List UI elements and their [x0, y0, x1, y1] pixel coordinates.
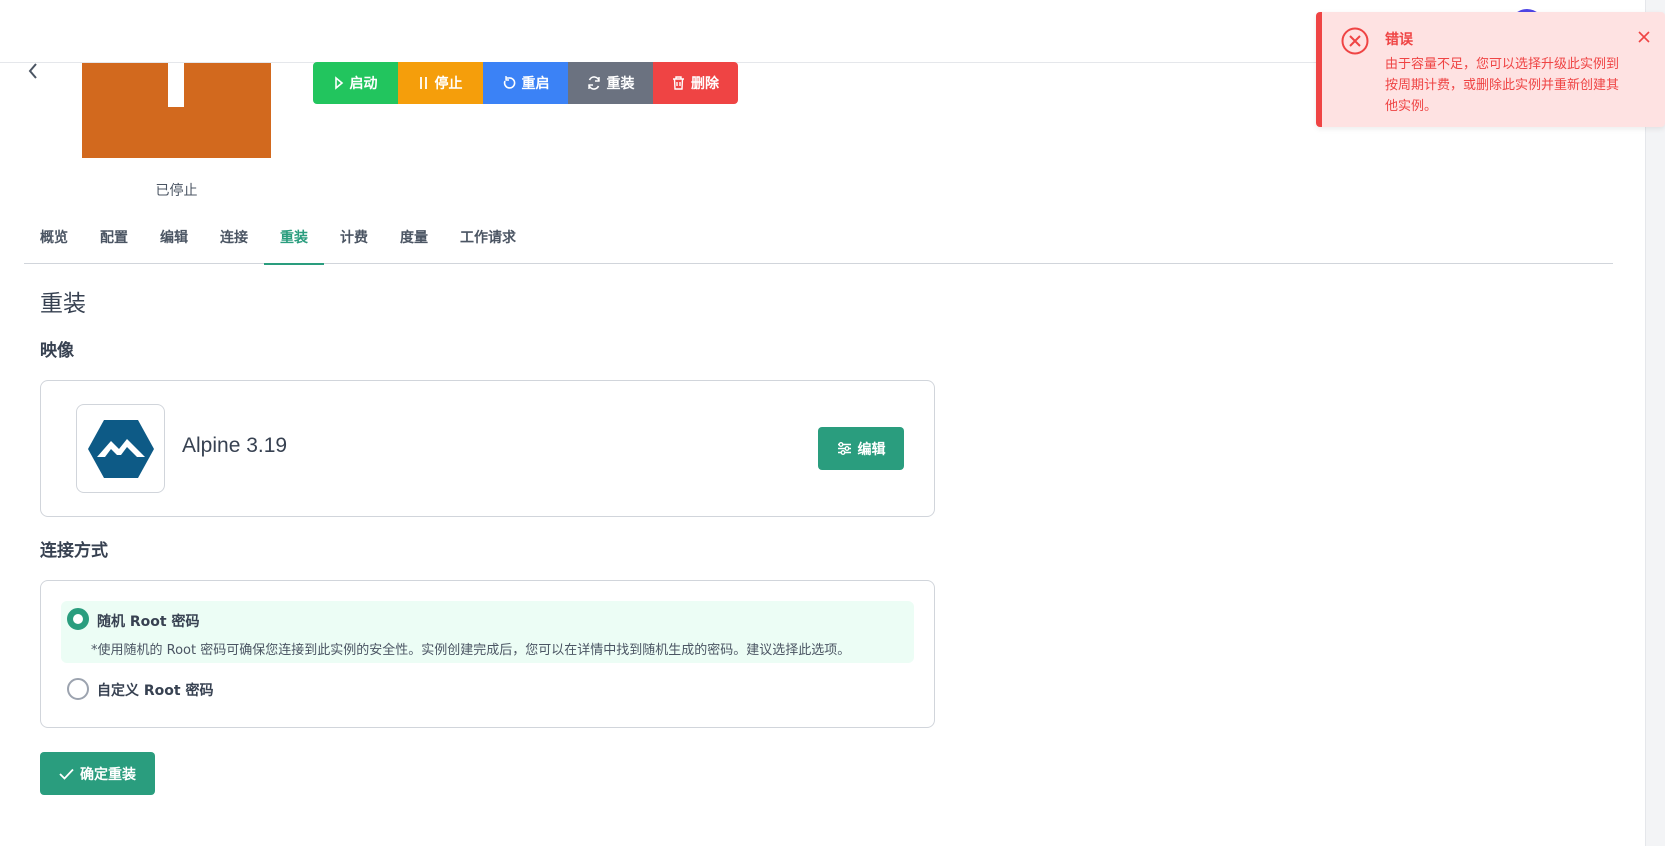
tab-bar: 概览 配置 编辑 连接 重装 计费 度量 工作请求: [24, 220, 1613, 265]
image-card: Alpine 3.19 编辑: [40, 380, 935, 517]
edit-image-button[interactable]: 编辑: [818, 427, 904, 470]
tab-reinstall[interactable]: 重装: [264, 220, 324, 265]
tab-billing[interactable]: 计费: [324, 220, 384, 264]
delete-button[interactable]: 删除: [653, 62, 738, 104]
toast-message: 由于容量不足，您可以选择升级此实例到按周期计费，或删除此实例并重新创建其他实例。: [1385, 57, 1620, 114]
tab-edit[interactable]: 编辑: [144, 220, 204, 264]
confirm-reinstall-label: 确定重装: [80, 766, 136, 783]
connection-card: 随机 Root 密码 *使用随机的 Root 密码可确保您连接到此实例的安全性。…: [40, 580, 935, 728]
error-toast: 错误 由于容量不足，您可以选择升级此实例到按周期计费，或删除此实例并重新创建其他…: [1316, 12, 1665, 127]
random-root-password-option[interactable]: 随机 Root 密码 *使用随机的 Root 密码可确保您连接到此实例的安全性。…: [61, 601, 914, 663]
back-button[interactable]: [22, 58, 44, 84]
check-icon: [59, 768, 74, 780]
restart-label: 重启: [521, 76, 550, 92]
tab-connect[interactable]: 连接: [204, 220, 264, 264]
custom-password-label[interactable]: 自定义 Root 密码: [97, 680, 213, 700]
refresh-icon: [587, 76, 600, 90]
toast-title: 错误: [1385, 32, 1413, 48]
chevron-left-icon: [28, 63, 37, 79]
page-title: 重装: [40, 291, 86, 317]
random-password-label: 随机 Root 密码: [97, 614, 200, 630]
confirm-reinstall-button[interactable]: 确定重装: [40, 752, 155, 795]
pause-icon: [419, 77, 427, 89]
delete-label: 删除: [691, 76, 719, 92]
alpine-logo-icon: [76, 404, 165, 493]
reinstall-button[interactable]: 重装: [568, 62, 653, 104]
error-circle-icon: [1341, 27, 1369, 55]
random-password-description: *使用随机的 Root 密码可确保您连接到此实例的安全性。实例创建完成后，您可以…: [91, 643, 851, 658]
stop-label: 停止: [434, 76, 463, 92]
instance-status: 已停止: [155, 183, 198, 199]
image-section-title: 映像: [40, 341, 74, 361]
tab-config[interactable]: 配置: [84, 220, 144, 264]
reinstall-label: 重装: [606, 76, 635, 92]
start-button[interactable]: 启动: [313, 62, 398, 104]
tab-work-requests[interactable]: 工作请求: [444, 220, 532, 264]
tab-overview[interactable]: 概览: [24, 220, 84, 264]
stop-button[interactable]: 停止: [398, 62, 483, 104]
play-icon: [334, 76, 343, 90]
trash-icon: [673, 76, 684, 90]
sliders-icon: [837, 442, 851, 455]
start-label: 启动: [349, 76, 378, 92]
edit-image-label: 编辑: [857, 441, 886, 458]
custom-password-radio[interactable]: [67, 678, 89, 700]
restart-icon: [503, 76, 515, 89]
close-icon[interactable]: [1636, 29, 1652, 45]
instance-actions: 启动 停止 重启 重装 删除: [313, 62, 738, 104]
restart-button[interactable]: 重启: [483, 62, 568, 104]
random-password-radio[interactable]: [67, 608, 89, 630]
connection-section-title: 连接方式: [40, 541, 108, 561]
image-name: Alpine 3.19: [182, 434, 288, 457]
tab-metrics[interactable]: 度量: [384, 220, 444, 264]
